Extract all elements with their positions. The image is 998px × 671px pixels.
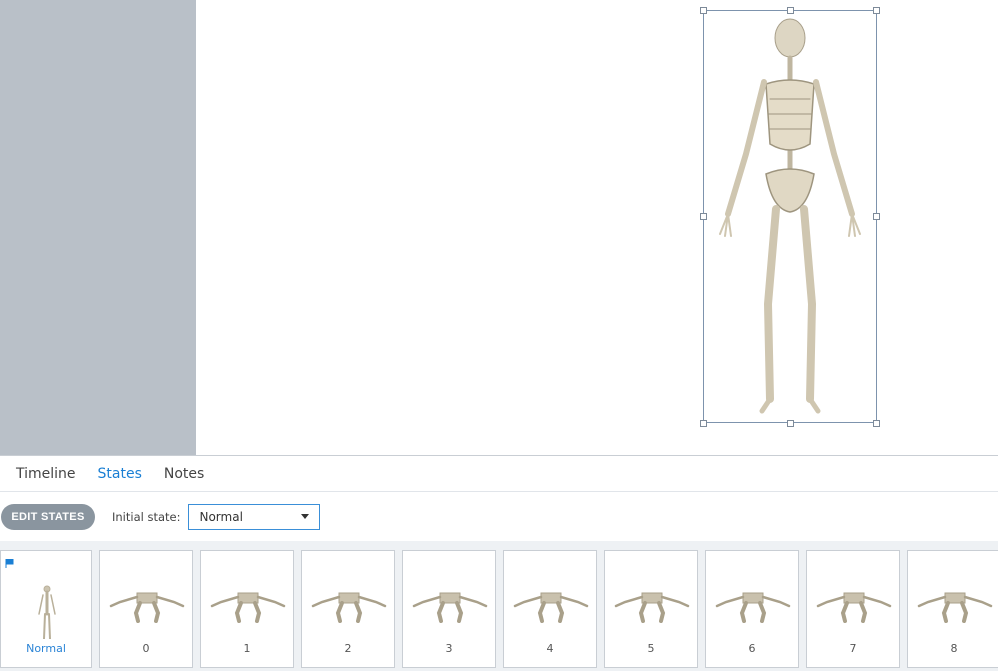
resize-handle[interactable] — [873, 7, 880, 14]
tab-states[interactable]: States — [98, 466, 142, 482]
skeleton-pose-thumbnail-icon — [715, 592, 791, 623]
states-list: Normal 0 1 2 3 4 5 6 7 8 — [0, 541, 998, 671]
state-card-normal[interactable]: Normal — [0, 550, 92, 668]
state-card-4[interactable]: 4 — [503, 550, 597, 668]
initial-state-label: Initial state: — [112, 509, 181, 524]
skeleton-pose-thumbnail-icon — [614, 592, 690, 623]
state-label: 3 — [445, 642, 453, 655]
state-label: Normal — [26, 642, 66, 655]
state-card-3[interactable]: 3 — [402, 550, 496, 668]
state-label: 8 — [950, 642, 958, 655]
state-label: 5 — [647, 642, 655, 655]
skeleton-pose-thumbnail-icon — [816, 592, 892, 623]
panel-tabs: Timeline States Notes — [0, 456, 998, 492]
resize-handle[interactable] — [873, 420, 880, 427]
resize-handle[interactable] — [873, 213, 880, 220]
state-card-7[interactable]: 7 — [806, 550, 900, 668]
state-card-1[interactable]: 1 — [200, 550, 294, 668]
chevron-down-icon — [301, 514, 310, 519]
resize-handle[interactable] — [700, 7, 707, 14]
state-label: 6 — [748, 642, 756, 655]
state-label: 1 — [243, 642, 251, 655]
skeleton-pose-thumbnail-icon — [917, 592, 993, 623]
state-card-2[interactable]: 2 — [301, 550, 395, 668]
state-label: 0 — [142, 642, 150, 655]
stage-background — [0, 0, 998, 455]
skeleton-thumbnail-icon — [38, 585, 56, 639]
skeleton-image[interactable] — [708, 14, 872, 419]
bottom-panel: Timeline States Notes EDIT STATES Initia… — [0, 455, 998, 671]
initial-state-value: Normal — [199, 509, 243, 524]
states-toolbar: EDIT STATES Initial state: Normal — [0, 492, 998, 541]
slide-canvas[interactable] — [196, 0, 998, 455]
skeleton-pose-thumbnail-icon — [311, 592, 387, 623]
skeleton-pose-thumbnail-icon — [513, 592, 589, 623]
resize-handle[interactable] — [700, 420, 707, 427]
skeleton-pose-thumbnail-icon — [210, 592, 286, 623]
state-label: 4 — [546, 642, 554, 655]
resize-handle[interactable] — [787, 7, 794, 14]
initial-state-flag-icon — [5, 559, 14, 568]
tab-timeline[interactable]: Timeline — [16, 466, 76, 482]
state-label: 2 — [344, 642, 352, 655]
skeleton-pose-thumbnail-icon — [109, 592, 185, 623]
state-card-5[interactable]: 5 — [604, 550, 698, 668]
resize-handle[interactable] — [787, 420, 794, 427]
edit-states-button[interactable]: EDIT STATES — [1, 503, 95, 530]
state-card-0[interactable]: 0 — [99, 550, 193, 668]
resize-handle[interactable] — [700, 213, 707, 220]
state-card-8[interactable]: 8 — [907, 550, 998, 668]
skeleton-pose-thumbnail-icon — [412, 592, 488, 623]
tab-notes[interactable]: Notes — [164, 466, 204, 482]
initial-state-select[interactable]: Normal — [188, 503, 321, 530]
state-card-6[interactable]: 6 — [705, 550, 799, 668]
state-label: 7 — [849, 642, 857, 655]
